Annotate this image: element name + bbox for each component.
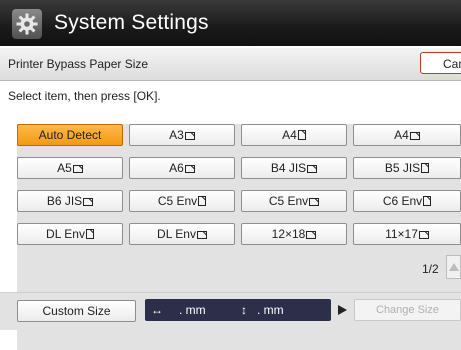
portrait-icon [85,229,94,239]
height-value: . mm [257,303,284,317]
landscape-icon [307,165,318,173]
paper-size-button[interactable]: B4 JIS [241,157,347,179]
landscape-icon [184,132,195,140]
paper-size-button[interactable]: A4 [353,124,461,146]
paper-size-button[interactable]: C5 Env [241,190,347,212]
paper-size-label: 12×18 [271,227,306,241]
instruction-text: Select item, then press [OK]. [8,89,161,103]
page-indicator: 1/2 [422,262,439,276]
custom-size-button[interactable]: Custom Size [17,300,136,322]
settings-gear-icon [12,9,42,39]
arrow-right-icon [338,305,347,315]
paper-size-button[interactable]: A3 [129,124,235,146]
paper-size-button[interactable]: DL Env [129,223,235,245]
paper-size-button[interactable]: A6 [129,157,235,179]
paper-size-label: A4 [394,128,409,142]
custom-size-field[interactable]: ↔ . mm ↕ . mm [145,299,331,321]
change-size-button[interactable]: Change Size [354,299,461,321]
settings-subheader: Printer Bypass Paper Size Can [0,48,461,81]
paper-size-label: B5 JIS [384,161,421,175]
portrait-icon [198,196,207,206]
paper-size-button[interactable]: C5 Env [129,190,235,212]
landscape-icon [306,231,317,239]
custom-size-bar: Custom Size ↔ . mm ↕ . mm Change Size [0,292,461,330]
landscape-icon [196,231,207,239]
paper-size-label: B6 JIS [46,194,83,208]
paper-size-label: C6 Env [382,194,423,208]
paper-size-button[interactable]: 11×17 [353,223,461,245]
paper-size-label: Auto Detect [38,128,102,142]
paper-size-button[interactable]: B5 JIS [353,157,461,179]
landscape-icon [184,165,195,173]
page-up-button[interactable] [446,255,461,279]
paper-size-label: A3 [169,128,184,142]
paper-size-button[interactable]: A4 [241,124,347,146]
paper-size-button[interactable]: DL Env [17,223,123,245]
triangle-up-icon [449,263,459,271]
paper-size-label: C5 Env [268,194,309,208]
paper-size-label: 11×17 [385,227,418,241]
paper-size-label: DL Env [46,227,85,241]
landscape-icon [83,198,94,206]
width-arrow-icon: ↔ [151,303,163,317]
landscape-icon [309,198,320,206]
setting-name: Printer Bypass Paper Size [8,57,149,71]
portrait-icon [423,196,432,206]
paper-size-label: A5 [57,161,72,175]
height-arrow-icon: ↕ [241,303,247,317]
title-bar: System Settings [0,0,461,46]
paper-size-button[interactable]: B6 JIS [17,190,123,212]
paper-size-label: A6 [169,161,184,175]
portrait-icon [297,130,306,140]
page-title: System Settings [54,11,209,34]
landscape-icon [418,231,429,239]
paper-size-button[interactable]: 12×18 [241,223,347,245]
cancel-button[interactable]: Can [420,52,461,74]
paper-size-button[interactable]: Auto Detect [17,124,123,146]
paper-size-button[interactable]: C6 Env [353,190,461,212]
landscape-icon [409,132,420,140]
landscape-icon [72,165,83,173]
paper-size-label: C5 Env [157,194,198,208]
width-value: . mm [179,303,206,317]
paper-size-button[interactable]: A5 [17,157,123,179]
paper-size-label: B4 JIS [270,161,307,175]
portrait-icon [421,163,430,173]
paper-size-label: DL Env [157,227,196,241]
paper-size-label: A4 [282,128,297,142]
